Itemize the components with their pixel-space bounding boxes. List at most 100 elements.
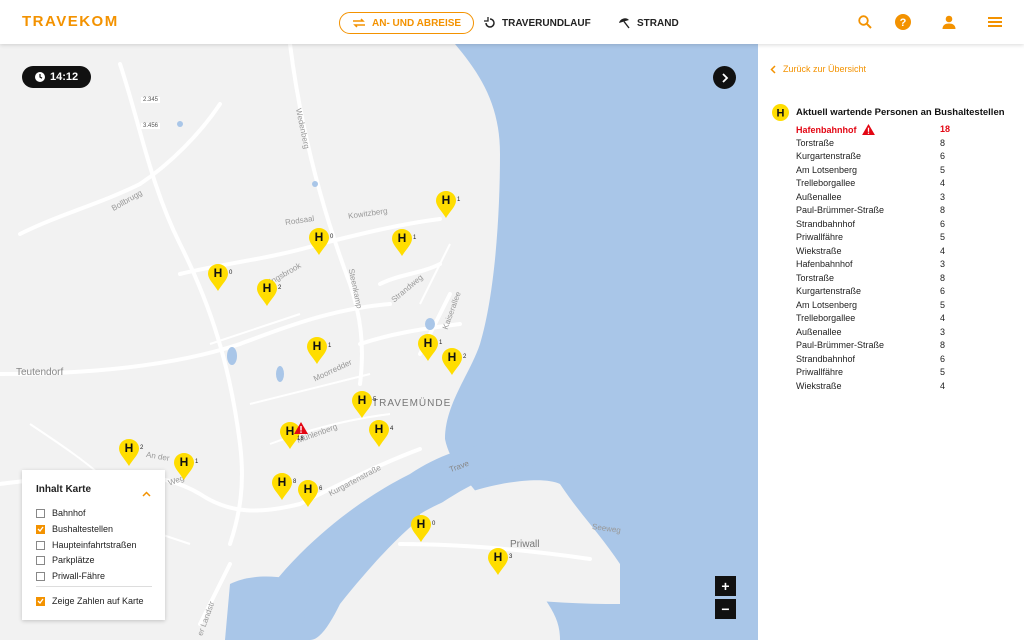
stop-name: Wiekstraße [796, 381, 842, 391]
bus-stop-count: 1 [413, 235, 417, 241]
next-button[interactable] [713, 66, 736, 89]
stop-count: 3 [940, 191, 946, 202]
bus-stop-pin[interactable]: H0 [309, 228, 333, 255]
zoom-in-button[interactable]: + [715, 576, 736, 596]
stop-row[interactable]: Wiekstraße 4 [796, 381, 1016, 394]
stop-row[interactable]: Hafenbahnhof 3 [796, 259, 1016, 272]
stop-count: 6 [940, 151, 946, 161]
bus-stop-pin[interactable]: H4 [369, 420, 393, 447]
bus-stop-pin[interactable]: H2 [119, 439, 143, 466]
search-icon[interactable] [857, 14, 873, 30]
stop-name: Am Lotsenberg [796, 165, 857, 175]
stop-count: 6 [940, 218, 946, 229]
stop-row[interactable]: Paul-Brümmer-Straße 8 [796, 340, 1016, 353]
bus-stop-letter: H [374, 422, 384, 436]
checkbox[interactable] [36, 571, 45, 581]
stop-count: 4 [940, 313, 946, 323]
stop-count: 5 [940, 299, 946, 310]
menu-icon[interactable] [987, 14, 1003, 30]
bus-stop-pin[interactable]: H3 [488, 548, 512, 575]
checkbox[interactable] [36, 555, 45, 565]
map[interactable]: Teutendorf TRAVEMÜNDE Priwall Bollbrugg … [0, 44, 758, 640]
stop-count: 8 [940, 205, 946, 215]
stop-name: Hafenbahnhof [796, 124, 875, 135]
place-label-teutendorf: Teutendorf [16, 367, 64, 378]
bus-stop-count: 1 [195, 459, 199, 465]
bus-stop-pin[interactable]: H6 [298, 480, 322, 507]
bus-stop-pin[interactable]: H0 [411, 515, 435, 542]
bus-stop-letter: H [277, 475, 287, 489]
zoom-out-button[interactable]: − [715, 599, 736, 619]
stop-row[interactable]: Paul-Brümmer-Straße 8 [796, 205, 1016, 218]
stop-count: 4 [940, 245, 946, 256]
legend-item-bahnhof[interactable]: Bahnhof [36, 508, 86, 518]
stop-row[interactable]: Kurgartenstraße 6 [796, 151, 1016, 164]
bus-stop-pin[interactable]: H1 [436, 191, 460, 218]
stop-row[interactable]: Außenallee 3 [796, 192, 1016, 205]
stop-row[interactable]: Trelleborgallee 4 [796, 178, 1016, 191]
legend-item-bushaltestellen[interactable]: Bushaltestellen [36, 524, 113, 534]
stop-count: 18 [940, 124, 951, 134]
checkbox[interactable] [36, 524, 45, 534]
bus-stop-pin[interactable]: H1 [174, 453, 198, 480]
stop-name-text: Torstraße [796, 137, 835, 148]
bus-stop-pin[interactable]: H2 [442, 348, 466, 375]
stop-name: Hafenbahnhof [796, 259, 853, 269]
bus-stop-pin[interactable]: H8 [272, 473, 296, 500]
stop-name: Paul-Brümmer-Straße [796, 340, 884, 350]
stop-row[interactable]: Strandbahnhof 6 [796, 354, 1016, 367]
stop-row[interactable]: Priwallfähre 5 [796, 367, 1016, 380]
back-link[interactable]: Zurück zur Übersicht [770, 64, 866, 74]
chevron-up-icon[interactable] [142, 484, 151, 502]
bus-stop-letter: H [213, 266, 223, 280]
place-label-priwall: Priwall [510, 539, 540, 550]
bus-stop-letter: H [314, 230, 324, 244]
stop-name-text: Hafenbahnhof [796, 259, 853, 269]
legend-show-numbers[interactable]: Zeige Zahlen auf Karte [36, 596, 144, 606]
bus-stop-pin[interactable]: H5 [352, 391, 376, 418]
stop-name-text: Außenallee [796, 326, 842, 337]
stop-name: Kurgartenstraße [796, 151, 861, 161]
bus-stop-pin[interactable]: H1 [307, 337, 331, 364]
stop-name-text: Strandbahnhof [796, 353, 856, 364]
checkbox[interactable] [36, 508, 45, 518]
top-bar: TRAVEKOM AN- UND ABREISE TRAVERUNDLAUF S… [0, 0, 1024, 44]
stop-row[interactable]: Kurgartenstraße 6 [796, 286, 1016, 299]
bus-stop-pin[interactable]: H1 [418, 334, 442, 361]
stop-name: Torstraße [796, 273, 834, 283]
legend-item-parkplaetze[interactable]: Parkplätze [36, 555, 95, 565]
checkbox[interactable] [36, 540, 45, 550]
user-icon[interactable] [941, 14, 957, 30]
stop-name-text: Trelleborgallee [796, 313, 856, 323]
stop-count: 3 [940, 326, 946, 337]
stop-row[interactable]: Hafenbahnhof 18 [796, 124, 1016, 137]
help-icon[interactable]: ? [895, 14, 911, 30]
bus-stop-pin[interactable]: H0 [208, 264, 232, 291]
stop-count: 5 [940, 232, 946, 242]
stop-row[interactable]: Priwallfähre 5 [796, 232, 1016, 245]
stop-row[interactable]: Am Lotsenberg 5 [796, 165, 1016, 178]
legend-item-haupteinfahrtstrassen[interactable]: Haupteinfahrtstraßen [36, 540, 137, 550]
bus-stop-pin[interactable]: H2 [257, 279, 281, 306]
nav-strand[interactable]: STRAND [618, 12, 679, 34]
nav-label: AN- UND ABREISE [372, 17, 462, 29]
checkbox[interactable] [36, 596, 45, 606]
bus-stop-pin[interactable]: H1 [392, 229, 416, 256]
stop-row[interactable]: Trelleborgallee 4 [796, 313, 1016, 326]
nav-an-und-abreise[interactable]: AN- UND ABREISE [339, 12, 475, 34]
legend-item-priwall-faehre[interactable]: Priwall-Fähre [36, 571, 105, 581]
stop-row[interactable]: Torstraße 8 [796, 138, 1016, 151]
stop-row[interactable]: Strandbahnhof 6 [796, 219, 1016, 232]
nav-traverundlauf[interactable]: TRAVERUNDLAUF [484, 12, 591, 34]
stop-row[interactable]: Torstraße 8 [796, 273, 1016, 286]
stop-row[interactable]: Außenallee 3 [796, 327, 1016, 340]
stop-row[interactable]: Wiekstraße 4 [796, 246, 1016, 259]
stop-row[interactable]: Am Lotsenberg 5 [796, 300, 1016, 313]
stop-count: 6 [940, 286, 946, 296]
legend-item-label: Bahnhof [52, 508, 86, 518]
bus-stop-count: 0 [330, 234, 334, 240]
logo[interactable]: TRAVEKOM [22, 13, 119, 30]
bus-stop-pin-alert[interactable]: H 18 [280, 422, 308, 449]
bus-stop-letter: H [303, 482, 313, 496]
panel-title: Aktuell wartende Personen an Bushalteste… [796, 107, 1005, 118]
